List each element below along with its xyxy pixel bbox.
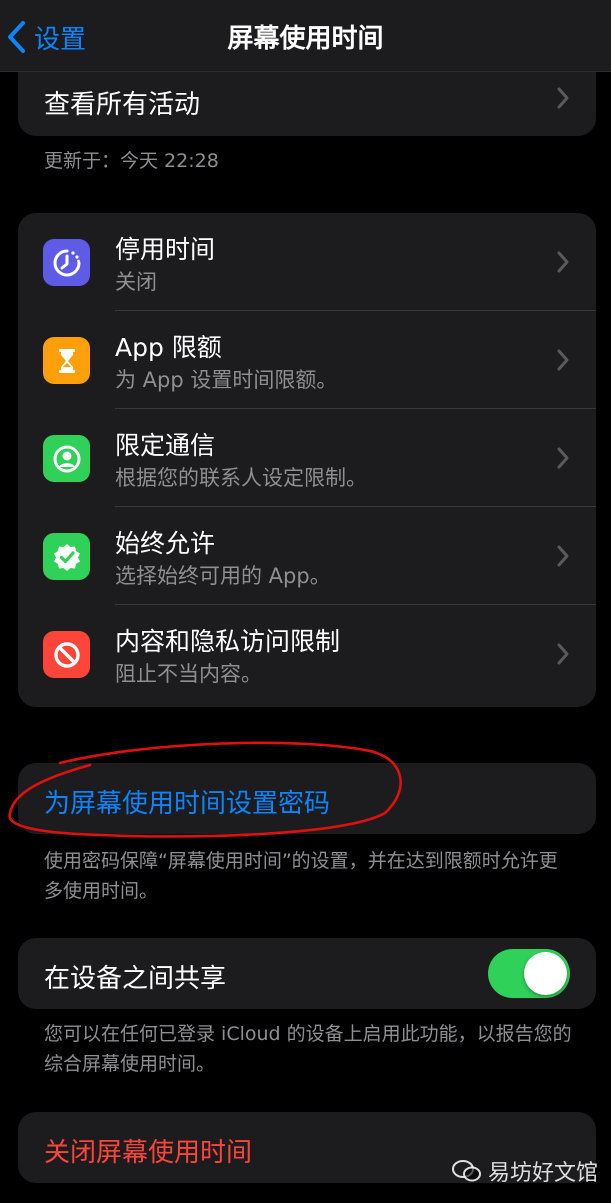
navigation-bar: 设置 屏幕使用时间 bbox=[0, 0, 611, 72]
checkmark-badge-icon bbox=[43, 533, 90, 580]
wechat-logo-icon bbox=[452, 1160, 481, 1182]
app-limits-subtitle: 为 App 设置时间限额。 bbox=[115, 368, 338, 392]
list-item-content-privacy[interactable]: 内容和隐私访问限制 阻止不当内容。 bbox=[18, 605, 596, 703]
app-limits-title: App 限额 bbox=[115, 333, 222, 362]
screen-time-settings-page: 查看所有活动 设置 屏幕使用时间 更新于：今天 22:28 停用时间 关闭 Ap… bbox=[0, 0, 611, 1203]
updated-timestamp: 更新于：今天 22:28 bbox=[44, 150, 219, 172]
turn-off-screen-time-button[interactable]: 关闭屏幕使用时间 bbox=[44, 1132, 252, 1169]
share-footnote: 您可以在任何已登录 iCloud 的设备上启用此功能，以报告您的综合屏幕使用时间… bbox=[44, 1023, 572, 1075]
downtime-subtitle: 关闭 bbox=[115, 270, 157, 294]
list-item-communication-limits[interactable]: 限定通信 根据您的联系人设定限制。 bbox=[18, 409, 596, 507]
watermark-text: 易坊好文馆 bbox=[488, 1161, 599, 1186]
toggle-knob bbox=[524, 952, 567, 995]
chevron-right-icon bbox=[557, 643, 569, 665]
page-title: 屏幕使用时间 bbox=[227, 24, 384, 54]
share-across-devices-row: 在设备之间共享 bbox=[18, 938, 596, 1009]
list-item-app-limits[interactable]: App 限额 为 App 设置时间限额。 bbox=[18, 311, 596, 409]
content-privacy-subtitle: 阻止不当内容。 bbox=[115, 662, 262, 686]
communication-limits-title: 限定通信 bbox=[115, 431, 216, 460]
chevron-right-icon bbox=[557, 349, 569, 371]
chevron-right-icon bbox=[557, 545, 569, 567]
hourglass-icon bbox=[43, 337, 90, 384]
chevron-right-icon bbox=[557, 87, 569, 109]
restriction-icon bbox=[43, 631, 90, 678]
share-across-devices-toggle[interactable] bbox=[488, 949, 570, 998]
passcode-footnote: 使用密码保障“屏幕使用时间”的设置，并在达到限额时允许更多使用时间。 bbox=[44, 850, 558, 902]
features-list: 停用时间 关闭 App 限额 为 App 设置时间限额。 限定通信 根据您的联系… bbox=[18, 213, 596, 707]
set-passcode-row[interactable]: 为屏幕使用时间设置密码 bbox=[18, 763, 596, 834]
watermark: 易坊好文馆 bbox=[452, 1156, 598, 1186]
downtime-icon bbox=[43, 239, 90, 286]
downtime-title: 停用时间 bbox=[115, 235, 216, 264]
always-allowed-subtitle: 选择始终可用的 App。 bbox=[115, 564, 331, 588]
chevron-right-icon bbox=[557, 251, 569, 273]
communication-limits-subtitle: 根据您的联系人设定限制。 bbox=[115, 466, 367, 490]
list-item-downtime[interactable]: 停用时间 关闭 bbox=[18, 213, 596, 311]
always-allowed-title: 始终允许 bbox=[115, 529, 216, 558]
set-passcode-button[interactable]: 为屏幕使用时间设置密码 bbox=[44, 783, 330, 820]
content-privacy-title: 内容和隐私访问限制 bbox=[115, 627, 341, 656]
contact-icon bbox=[43, 435, 90, 482]
chevron-right-icon bbox=[557, 447, 569, 469]
share-across-devices-label: 在设备之间共享 bbox=[44, 964, 227, 994]
see-all-activity-label: 查看所有活动 bbox=[44, 90, 201, 120]
list-item-always-allowed[interactable]: 始终允许 选择始终可用的 App。 bbox=[18, 507, 596, 605]
